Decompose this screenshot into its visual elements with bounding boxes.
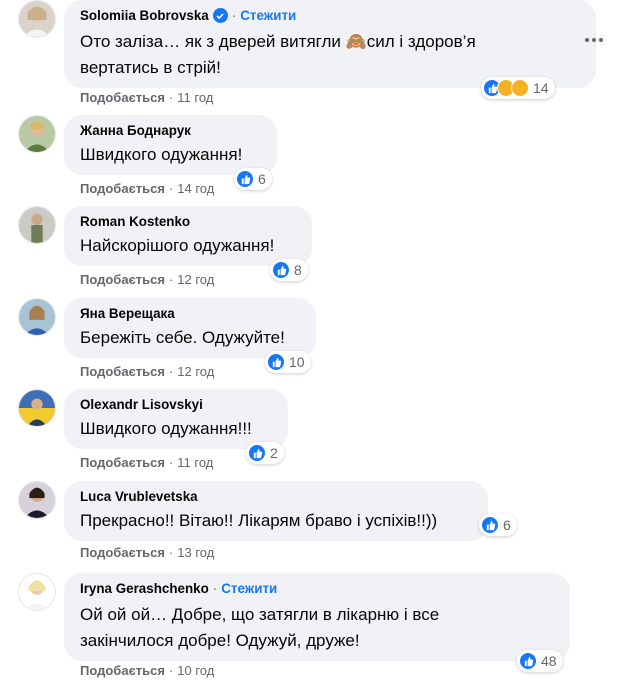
timestamp[interactable]: 12 год [177, 272, 214, 287]
comment-bubble: Roman Kostenko Найскорішого одужання! [64, 206, 312, 266]
author-name[interactable]: Жанна Боднарук [80, 122, 191, 139]
reaction-count: 2 [270, 445, 278, 461]
separator-dot: · [168, 181, 174, 196]
follow-button[interactable]: Стежити [221, 580, 277, 597]
comment-text: Прекрасно!! Вітаю!! Лікарям браво і успі… [80, 511, 438, 530]
like-reaction-icon [248, 444, 266, 462]
verified-badge-icon [212, 8, 228, 23]
timestamp[interactable]: 13 год [177, 545, 214, 560]
comment-line: Ой ой ой… Добре, що затягли в лікарню і … [80, 605, 440, 624]
timestamp[interactable]: 10 год [177, 663, 214, 678]
comment-bubble: Жанна Боднарук Швидкого одужання! [64, 115, 277, 175]
reactions-summary[interactable]: 6 [479, 514, 517, 536]
comment-meta: Подобається · 11 год [80, 455, 213, 470]
like-reaction-icon [481, 516, 499, 534]
separator-dot: · [168, 272, 174, 287]
reaction-count: 6 [258, 171, 266, 187]
like-button[interactable]: Подобається [80, 272, 165, 287]
comment-text: Бережіть себе. Одужуйте! [80, 328, 285, 347]
author-name[interactable]: Olexandr Lisovskyi [80, 396, 203, 413]
comment-meta: Подобається · 11 год [80, 90, 213, 105]
like-reaction-icon [236, 170, 254, 188]
like-button[interactable]: Подобається [80, 90, 165, 105]
reactions-summary[interactable]: 2 [246, 442, 284, 464]
care-reaction-icon [511, 79, 529, 97]
reactions-summary[interactable]: 14 [481, 77, 555, 99]
comment-line: закінчилося добре! Одужуй, друже! [80, 631, 360, 650]
author-name[interactable]: Яна Верещака [80, 305, 175, 322]
comment-text: Швидкого одужання! [80, 145, 243, 164]
comment-meta: Подобається · 12 год [80, 364, 214, 379]
avatar[interactable] [18, 206, 56, 244]
comment-meta: Подобається · 14 год [80, 181, 214, 196]
like-button[interactable]: Подобається [80, 545, 165, 560]
separator-dot: · [168, 364, 174, 379]
reaction-count: 6 [503, 517, 511, 533]
timestamp[interactable]: 11 год [177, 455, 213, 470]
reactions-summary[interactable]: 8 [270, 259, 308, 281]
like-button[interactable]: Подобається [80, 181, 165, 196]
comment-text: Ой ой ой… Добре, що затягли в лікарню і … [80, 602, 556, 654]
like-reaction-icon [267, 353, 285, 371]
separator-dot: · [168, 545, 174, 560]
like-button[interactable]: Подобається [80, 364, 165, 379]
separator-dot: · [168, 663, 174, 678]
like-button[interactable]: Подобається [80, 455, 165, 470]
timestamp[interactable]: 12 год [177, 364, 214, 379]
avatar[interactable] [18, 298, 56, 336]
avatar[interactable] [18, 481, 56, 519]
separator-dot: · [168, 455, 174, 470]
author-name[interactable]: Iryna Gerashchenko [80, 580, 209, 597]
separator-dot: · [168, 90, 174, 105]
avatar[interactable] [18, 0, 56, 38]
comment-meta: Подобається · 12 год [80, 272, 214, 287]
author-name[interactable]: Roman Kostenko [80, 213, 190, 230]
separator-dot: · [212, 581, 218, 596]
comment-line: Ото заліза… як з дверей витягли 🙈сил і з… [80, 32, 476, 51]
comment-text: Найскорішого одужання! [80, 236, 275, 255]
avatar[interactable] [18, 115, 56, 153]
like-reaction-icon [272, 261, 290, 279]
comment-bubble: Olexandr Lisovskyi Швидкого одужання!!! [64, 389, 288, 449]
comment-bubble: Solomiia Bobrovska · Стежити Ото заліза…… [64, 0, 596, 88]
author-name[interactable]: Solomiia Bobrovska [80, 7, 209, 24]
reaction-count: 48 [541, 653, 557, 669]
comment-meta: Подобається · 13 год [80, 545, 214, 560]
comment-bubble: Iryna Gerashchenko · Стежити Ой ой ой… Д… [64, 573, 570, 661]
more-options-icon[interactable] [585, 38, 603, 44]
comment-bubble: Яна Верещака Бережіть себе. Одужуйте! [64, 298, 316, 358]
timestamp[interactable]: 14 год [177, 181, 214, 196]
reactions-summary[interactable]: 10 [265, 351, 311, 373]
avatar[interactable] [18, 573, 56, 611]
timestamp[interactable]: 11 год [177, 90, 213, 105]
like-button[interactable]: Подобається [80, 663, 165, 678]
follow-button[interactable]: Стежити [240, 7, 296, 24]
comment-meta: Подобається · 10 год [80, 663, 214, 678]
avatar[interactable] [18, 389, 56, 427]
comment-bubble: Luca Vrublevetska Прекрасно!! Вітаю!! Лі… [64, 481, 488, 541]
reactions-summary[interactable]: 6 [234, 168, 272, 190]
comment-text: Ото заліза… як з дверей витягли 🙈сил і з… [80, 29, 582, 81]
comment-text: Швидкого одужання!!! [80, 419, 252, 438]
separator-dot: · [231, 8, 237, 23]
reactions-summary[interactable]: 48 [517, 650, 563, 672]
reaction-count: 14 [533, 80, 549, 96]
reaction-count: 10 [289, 354, 305, 370]
like-reaction-icon [519, 652, 537, 670]
reaction-count: 8 [294, 262, 302, 278]
author-name[interactable]: Luca Vrublevetska [80, 488, 198, 505]
